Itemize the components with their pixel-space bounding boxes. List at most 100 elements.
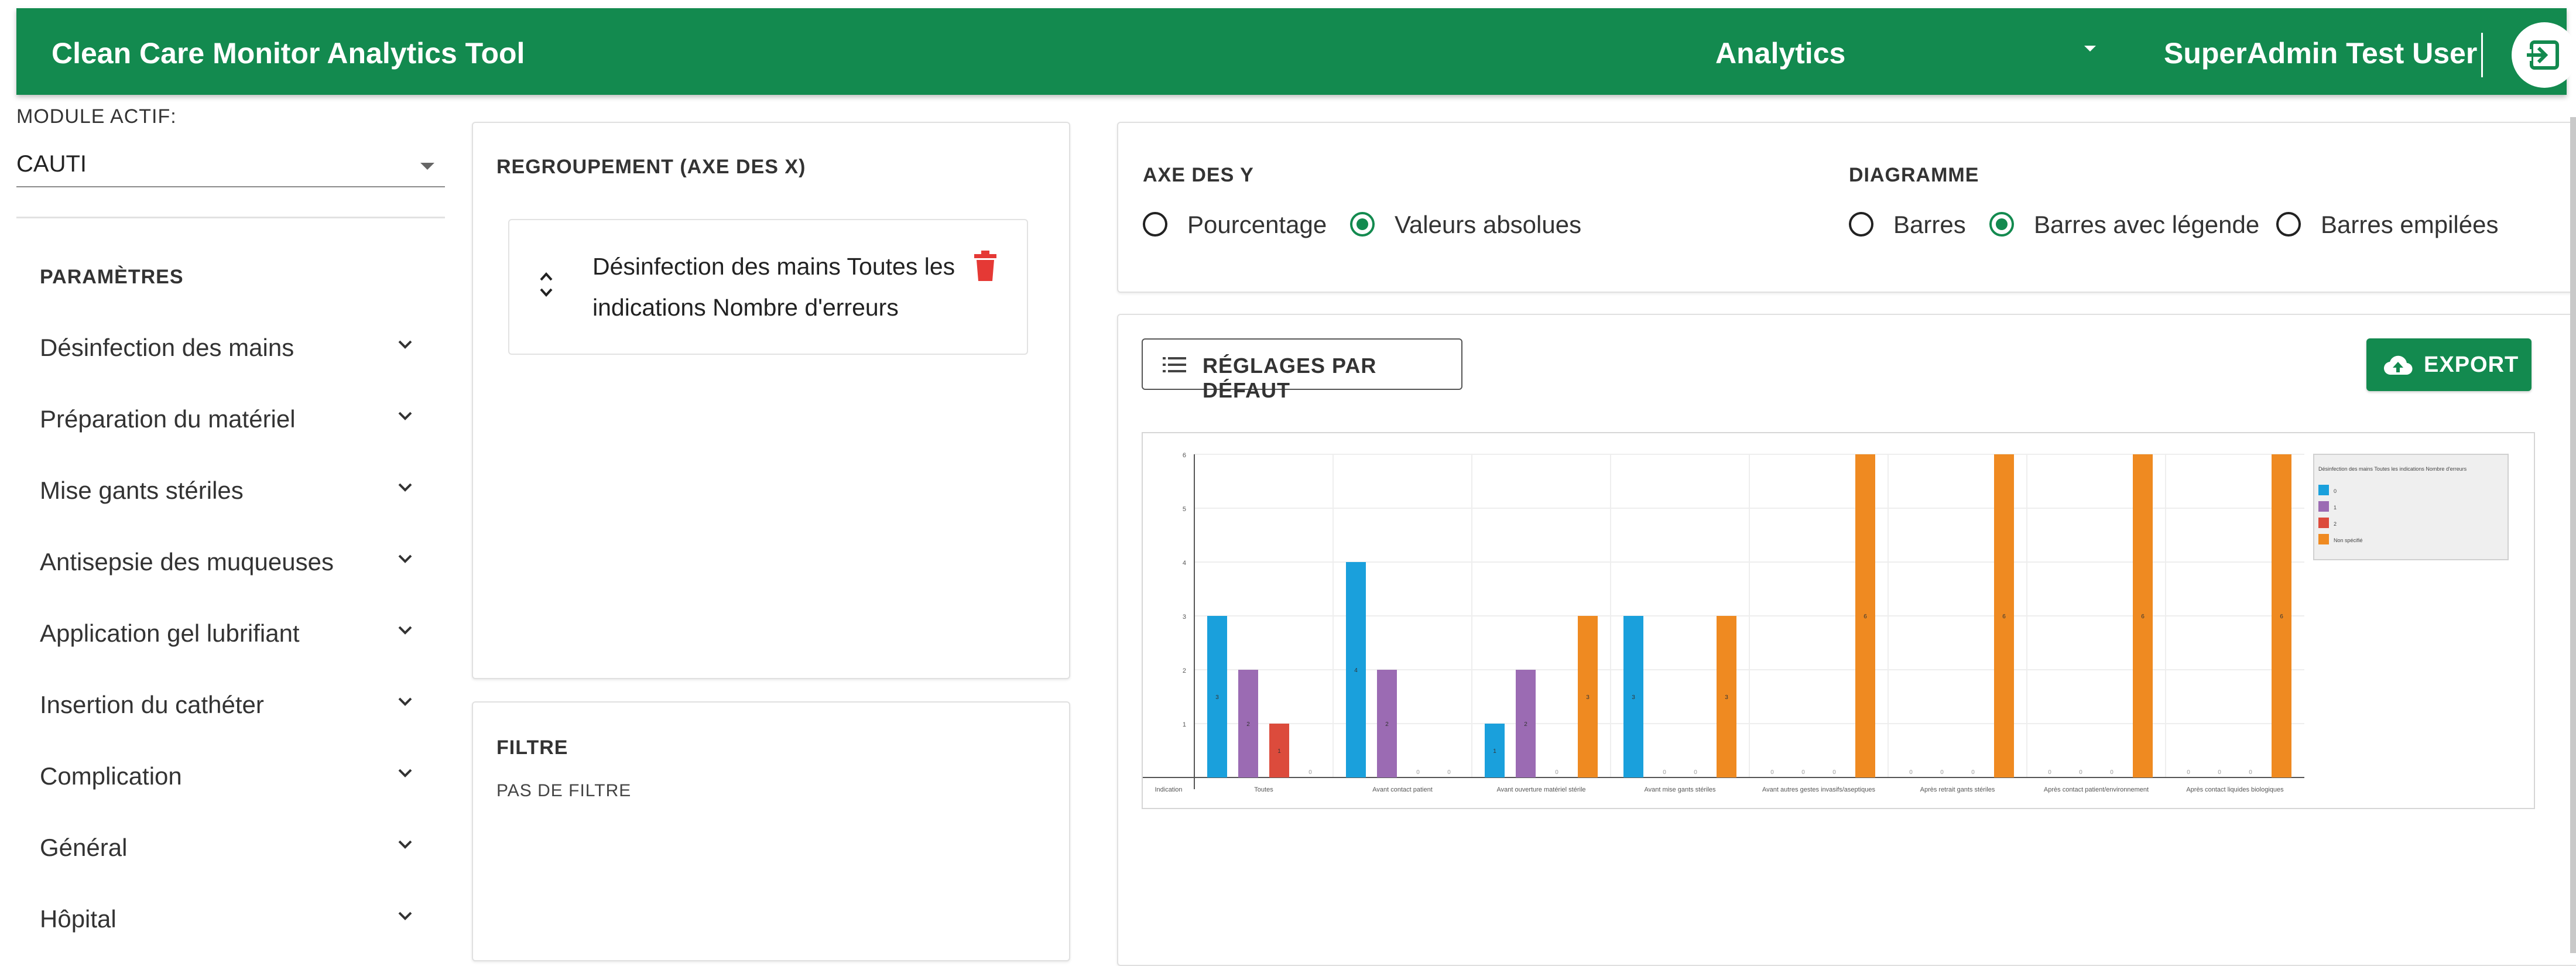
- module-menu-button[interactable]: Analytics: [1715, 36, 1845, 70]
- top-app-bar: Clean Care Monitor Analytics Tool Analyt…: [16, 8, 2576, 95]
- bar-value-label: 0: [2249, 769, 2252, 776]
- legend-label: 1: [2334, 505, 2337, 511]
- radio-label: Barres avec légende: [2034, 211, 2260, 238]
- chart-stacked-bars-radio[interactable]: Barres empilées: [2276, 210, 2522, 245]
- sidebar-item-lubricant-gel[interactable]: Application gel lubrifiant: [40, 609, 426, 656]
- delete-icon[interactable]: [972, 251, 999, 282]
- sidebar-item-label: Application gel lubrifiant: [40, 619, 300, 647]
- bar-value-label: 0: [1663, 769, 1666, 776]
- bar-value-label: 0: [2048, 769, 2051, 776]
- active-module-value[interactable]: CAUTI: [16, 151, 87, 177]
- filter-empty-text: PAS DE FILTRE: [496, 781, 632, 800]
- bar-value-label: 0: [1770, 769, 1774, 776]
- sidebar-item-material-preparation[interactable]: Préparation du matériel: [40, 395, 426, 441]
- sidebar-item-hand-disinfection[interactable]: Désinfection des mains: [40, 323, 426, 370]
- chart-bars-legend-radio[interactable]: Barres avec légende: [1989, 210, 2270, 245]
- bar-value-label: 0: [1832, 769, 1836, 776]
- chevron-down-icon[interactable]: [395, 477, 416, 498]
- bar-value-label: 2: [1524, 721, 1527, 728]
- bar-value-label: 0: [1909, 769, 1913, 776]
- chevron-down-icon[interactable]: [395, 334, 416, 355]
- bar-value-label: 1: [1277, 748, 1281, 755]
- filter-title: FILTRE: [496, 737, 568, 759]
- bar-value-label: 6: [2141, 614, 2145, 620]
- radio-unchecked-icon[interactable]: [2276, 212, 2301, 237]
- bar-value-label: 6: [2002, 614, 2006, 620]
- x-tick-label: Après contact liquides biologiques: [2186, 786, 2284, 793]
- bar-value-label: 0: [2079, 769, 2082, 776]
- y-tick-label: 5: [1183, 506, 1186, 513]
- grouping-title: REGROUPEMENT (AXE DES X): [496, 156, 806, 178]
- chevron-down-icon[interactable]: [395, 548, 416, 569]
- sidebar-divider: [16, 217, 445, 218]
- chevron-down-icon[interactable]: [395, 619, 416, 640]
- bar-value-label: 2: [1246, 721, 1250, 728]
- chevron-down-icon[interactable]: [395, 762, 416, 783]
- chevron-down-icon[interactable]: [395, 405, 416, 426]
- bar-value-label: 3: [1586, 694, 1590, 701]
- chevron-down-icon[interactable]: [395, 834, 416, 855]
- bar-value-label: 4: [1354, 667, 1358, 674]
- export-label: EXPORT: [2424, 352, 2519, 377]
- chevron-down-icon[interactable]: [395, 691, 416, 712]
- sidebar-item-label: Préparation du matériel: [40, 405, 296, 433]
- logout-icon[interactable]: [2512, 22, 2576, 88]
- bar-value-label: 3: [1632, 694, 1635, 701]
- radio-label: Barres: [1893, 211, 1966, 238]
- y-axis-title: AXE DES Y: [1143, 164, 1254, 186]
- sidebar-item-label: Mise gants stériles: [40, 477, 244, 504]
- radio-label: Pourcentage: [1187, 211, 1327, 238]
- module-menu-caret-icon[interactable]: [2084, 46, 2096, 52]
- legend-label: 2: [2334, 521, 2337, 527]
- radio-checked-icon[interactable]: [1350, 212, 1375, 237]
- sidebar-item-sterile-gloves[interactable]: Mise gants stériles: [40, 466, 426, 513]
- chart-bars-radio[interactable]: Barres: [1849, 210, 1978, 245]
- select-caret-icon[interactable]: [420, 163, 434, 170]
- radio-unchecked-icon[interactable]: [1143, 212, 1167, 237]
- chevron-down-icon[interactable]: [395, 905, 416, 926]
- app-title: Clean Care Monitor Analytics Tool: [52, 37, 525, 70]
- sidebar-item-label: Général: [40, 834, 128, 861]
- x-tick-label: Avant autres gestes invasifs/aseptiques: [1762, 786, 1876, 793]
- bar-chart-svg: 1 2 3 4 5 6 Indication 3 2 1 0 Toutes 4 2 0 0 Avant cont…: [1143, 452, 2509, 793]
- chart-type-title: DIAGRAMME: [1849, 164, 1979, 186]
- sidebar-item-complication[interactable]: Complication: [40, 752, 426, 799]
- sidebar-item-catheter-insertion[interactable]: Insertion du cathéter: [40, 680, 426, 727]
- sidebar: MODULE ACTIF: CAUTI PARAMÈTRES Désinfect…: [16, 95, 445, 953]
- header-divider: [2481, 33, 2483, 77]
- x-axis-label: Indication: [1155, 786, 1182, 793]
- parameters-title: PARAMÈTRES: [40, 266, 184, 288]
- export-button[interactable]: EXPORT: [2366, 338, 2532, 391]
- chart-panel: RÉGLAGES PAR DÉFAUT EXPORT 1 2 3 4 5 6 Indicat…: [1117, 314, 2576, 966]
- y-axis-absolute-radio[interactable]: Valeurs absolues: [1350, 210, 1596, 245]
- options-panel: AXE DES Y Pourcentage Valeurs absolues D…: [1117, 122, 2576, 293]
- default-settings-button[interactable]: RÉGLAGES PAR DÉFAUT: [1142, 338, 1462, 402]
- bar-value-label: 6: [2280, 614, 2283, 620]
- logout-button[interactable]: [2512, 22, 2576, 88]
- drag-sort-icon[interactable]: [537, 267, 555, 302]
- bar-value-label: 0: [2187, 769, 2190, 776]
- bar-value-label: 0: [1555, 769, 1558, 776]
- radio-checked-icon[interactable]: [1989, 212, 2014, 237]
- bar-value-label: 0: [2218, 769, 2221, 776]
- grouping-item-card[interactable]: Désinfection des mains Toutes les indica…: [508, 219, 1028, 355]
- y-tick-label: 6: [1183, 452, 1186, 459]
- sidebar-item-label: Antisepsie des muqueuses: [40, 548, 334, 576]
- y-axis-percentage-radio[interactable]: Pourcentage: [1143, 210, 1330, 245]
- page-scrollbar[interactable]: [2570, 117, 2576, 953]
- radio-unchecked-icon[interactable]: [1849, 212, 1873, 237]
- bar-value-label: 0: [1308, 769, 1312, 776]
- cloud-upload-icon: [2383, 355, 2413, 375]
- x-tick-label: Avant contact patient: [1372, 786, 1433, 793]
- radio-label: Valeurs absolues: [1395, 211, 1582, 238]
- radio-label: Barres empilées: [2321, 211, 2499, 238]
- sidebar-item-mucosa-antisepsis[interactable]: Antisepsie des muqueuses: [40, 537, 426, 584]
- x-tick-label: Avant ouverture matériel stérile: [1496, 786, 1585, 793]
- legend-swatch: [2318, 485, 2329, 495]
- active-module-select[interactable]: CAUTI: [16, 137, 445, 187]
- default-settings-label: RÉGLAGES PAR DÉFAUT: [1203, 354, 1377, 402]
- y-tick-label: 4: [1183, 560, 1186, 567]
- sidebar-item-hospital[interactable]: Hôpital: [40, 895, 426, 941]
- sidebar-item-general[interactable]: Général: [40, 823, 426, 870]
- bar-value-label: 3: [1215, 694, 1219, 701]
